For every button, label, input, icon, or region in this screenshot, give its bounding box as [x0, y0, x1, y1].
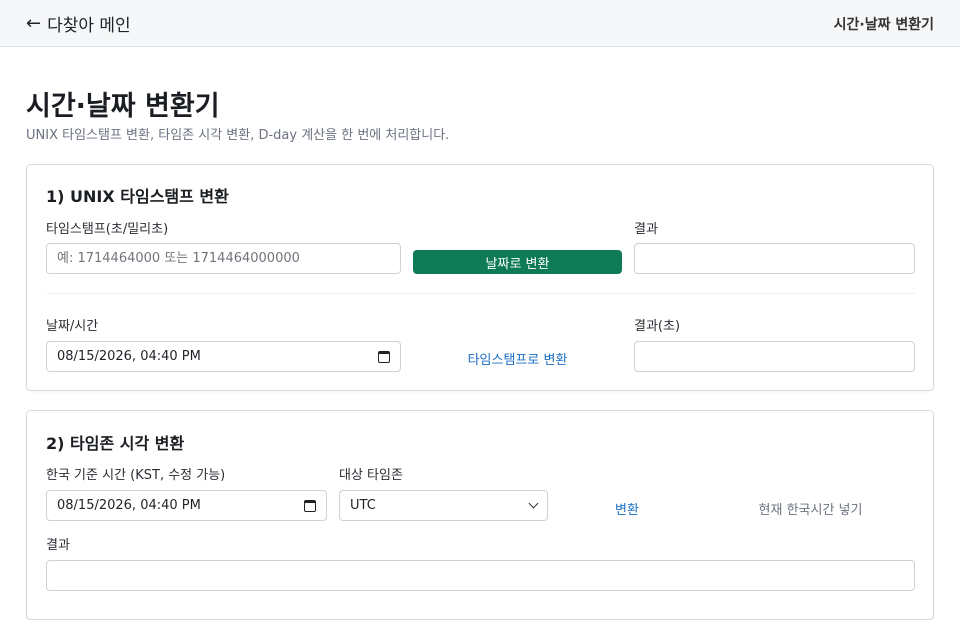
- timezone-result-label: 결과: [46, 538, 70, 553]
- to-timestamp-button[interactable]: 타임스탬프로 변환: [413, 349, 622, 368]
- target-timezone-label: 대상 타임존: [339, 468, 403, 483]
- target-timezone-value: UTC: [350, 498, 376, 513]
- result-seconds-label: 결과(초): [634, 319, 681, 334]
- datetime-input[interactable]: 08/15/2026, 04:40 PM: [46, 341, 401, 372]
- back-link-label: 다찾아 메인: [47, 16, 131, 36]
- timezone-convert-button[interactable]: 변환: [560, 499, 694, 518]
- timezone-section-title: 2) 타임존 시각 변환: [46, 434, 185, 453]
- to-date-button[interactable]: 날짜로 변환: [413, 250, 622, 274]
- back-to-main-link[interactable]: ← 다찾아 메인: [26, 11, 131, 36]
- datetime-label: 날짜/시간: [46, 319, 99, 334]
- chevron-down-icon: [528, 498, 539, 509]
- unix-section-title: 1) UNIX 타임스탬프 변환: [46, 187, 229, 206]
- unix-timestamp-card: 1) UNIX 타임스탬프 변환 타임스탬프(초/밀리초) 날짜로 변환 결과 …: [26, 164, 934, 391]
- kst-label: 한국 기준 시간 (KST, 수정 가능): [46, 468, 226, 483]
- calendar-icon[interactable]: [304, 499, 316, 512]
- target-timezone-select[interactable]: UTC: [339, 490, 548, 521]
- kst-datetime-value: 08/15/2026, 04:40 PM: [57, 498, 201, 513]
- datetime-value: 08/15/2026, 04:40 PM: [57, 349, 201, 364]
- timezone-result-field[interactable]: [46, 560, 915, 591]
- section-divider: [46, 293, 915, 294]
- kst-datetime-input[interactable]: 08/15/2026, 04:40 PM: [46, 490, 327, 521]
- result-seconds-field[interactable]: [634, 341, 915, 372]
- timestamp-input[interactable]: [46, 243, 401, 274]
- header-title: 시간·날짜 변환기: [833, 17, 934, 33]
- calendar-icon[interactable]: [378, 350, 390, 363]
- timezone-card: 2) 타임존 시각 변환 한국 기준 시간 (KST, 수정 가능) 08/15…: [26, 410, 934, 620]
- page-title: 시간·날짜 변환기: [26, 91, 220, 122]
- unix-result-field[interactable]: [634, 243, 915, 274]
- timestamp-label: 타임스탬프(초/밀리초): [46, 222, 169, 237]
- arrow-left-icon: ←: [26, 12, 42, 34]
- insert-now-kst-button[interactable]: 현재 한국시간 넣기: [706, 499, 915, 518]
- unix-result-label: 결과: [634, 222, 658, 237]
- top-bar: ← 다찾아 메인 시간·날짜 변환기: [0, 0, 960, 47]
- page-description: UNIX 타임스탬프 변환, 타임존 시각 변환, D-day 계산을 한 번에…: [26, 128, 450, 143]
